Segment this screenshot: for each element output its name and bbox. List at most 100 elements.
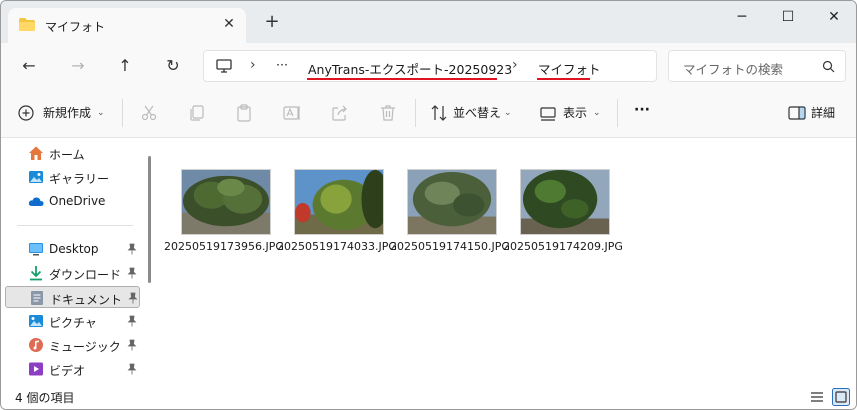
photo-thumbnail — [407, 169, 497, 235]
sidebar-item-label: Desktop — [49, 242, 99, 256]
tab-my-photos[interactable]: マイフォト ✕ — [8, 8, 246, 43]
sidebar-item-videos[interactable]: ビデオ — [5, 358, 140, 380]
paste-icon[interactable] — [234, 103, 254, 123]
pin-icon — [128, 292, 138, 304]
status-bar: 4 個の項目 — [1, 384, 856, 409]
command-bar: 新規作成 ⌄ 並べ替え ⌄ 表示 ⌄ ··· 詳細 — [1, 89, 856, 138]
breadcrumb-overflow-button[interactable]: ··· — [276, 57, 288, 72]
search-box[interactable]: マイフォトの検索 — [668, 50, 846, 82]
item-count: 4 個の項目 — [15, 391, 75, 405]
pin-icon — [127, 363, 137, 375]
file-list: 20250519173956.JPG 20250519174033.JPG 20… — [153, 138, 856, 384]
sidebar-item-pictures[interactable]: ピクチャ — [5, 310, 140, 332]
sidebar-item-desktop[interactable]: Desktop — [5, 238, 140, 260]
photo-thumbnail — [520, 169, 610, 235]
rename-icon[interactable] — [282, 103, 302, 123]
chevron-down-icon: ⌄ — [504, 108, 512, 118]
file-name: 20250519174209.JPG — [503, 240, 623, 253]
up-button[interactable]: ↑ — [112, 54, 138, 78]
sidebar-item-documents[interactable]: ドキュメント — [5, 286, 140, 308]
sidebar-item-label: ミュージック — [49, 340, 121, 354]
photo-thumbnail — [181, 169, 271, 235]
close-button[interactable]: ✕ — [811, 5, 856, 29]
onedrive-icon — [28, 197, 44, 206]
folder-icon — [19, 18, 35, 31]
sort-button[interactable]: 並べ替え — [453, 101, 501, 125]
pin-icon — [127, 243, 137, 255]
sidebar-scrollbar[interactable] — [148, 156, 151, 283]
divider — [17, 225, 133, 226]
file-name: 20250519174033.JPG — [277, 240, 397, 253]
new-button[interactable]: 新規作成 — [43, 101, 91, 125]
delete-icon[interactable] — [378, 103, 398, 123]
sidebar-item-onedrive[interactable]: OneDrive — [5, 190, 140, 212]
navigation-bar: ← → ↑ ↻ › ··· AnyTrans-エクスポート-20250923 ›… — [1, 43, 856, 89]
highlight-underline — [307, 78, 497, 80]
sidebar-item-downloads[interactable]: ダウンロード — [5, 262, 140, 284]
new-icon — [18, 105, 34, 121]
details-view-icon[interactable] — [808, 388, 826, 406]
title-bar: マイフォト ✕ + ─ ☐ ✕ — [1, 1, 856, 43]
forward-button[interactable]: → — [65, 54, 91, 78]
sidebar-item-label: ドキュメント — [50, 293, 123, 307]
pin-icon — [127, 339, 137, 351]
sidebar-item-label: ホーム — [49, 148, 85, 162]
divider — [122, 99, 123, 127]
documents-icon — [31, 291, 43, 305]
details-pane-icon — [788, 106, 806, 120]
gallery-icon — [29, 171, 43, 183]
computer-icon[interactable] — [216, 59, 232, 73]
video-icon — [29, 362, 43, 376]
copy-icon[interactable] — [187, 103, 207, 123]
view-button[interactable]: 表示 — [563, 101, 587, 125]
back-button[interactable]: ← — [16, 54, 42, 78]
share-icon[interactable] — [330, 103, 350, 123]
tab-title: マイフォト — [45, 20, 106, 34]
minimize-button[interactable]: ─ — [719, 5, 765, 29]
music-icon — [29, 338, 43, 352]
file-item[interactable]: 20250519174033.JPG — [276, 169, 397, 274]
photo-thumbnail — [294, 169, 384, 235]
sidebar-item-label: ピクチャ — [49, 316, 97, 330]
file-item[interactable]: 20250519173956.JPG — [163, 169, 284, 274]
cut-icon[interactable] — [139, 103, 159, 123]
highlight-underline — [537, 78, 590, 80]
search-icon — [822, 60, 835, 73]
file-explorer-window: マイフォト ✕ + ─ ☐ ✕ ← → ↑ ↻ › ··· AnyTrans-エ… — [0, 0, 857, 410]
address-bar[interactable]: › ··· AnyTrans-エクスポート-20250923 › マイフォト — [203, 50, 657, 82]
sidebar-item-gallery[interactable]: ギャラリー — [5, 166, 140, 188]
breadcrumb-current-folder[interactable]: マイフォト — [538, 59, 601, 78]
file-name: 20250519173956.JPG — [164, 240, 284, 253]
file-name: 20250519174150.JPG — [390, 240, 510, 253]
desktop-icon — [29, 243, 43, 256]
close-tab-icon[interactable]: ✕ — [220, 15, 238, 33]
more-options-button[interactable]: ··· — [634, 98, 650, 122]
sidebar-item-music[interactable]: ミュージック — [5, 334, 140, 356]
download-icon — [30, 266, 42, 281]
breadcrumb-export-folder[interactable]: AnyTrans-エクスポート-20250923 — [308, 59, 512, 78]
sidebar-item-label: ビデオ — [49, 364, 86, 378]
file-item[interactable]: 20250519174150.JPG — [389, 169, 510, 274]
chevron-down-icon: ⌄ — [593, 108, 601, 118]
pin-icon — [127, 315, 137, 327]
divider — [415, 99, 416, 127]
sort-icon — [431, 105, 447, 121]
refresh-button[interactable]: ↻ — [160, 54, 186, 78]
file-item[interactable]: 20250519174209.JPG — [502, 169, 623, 274]
sidebar-item-home[interactable]: ホーム — [5, 142, 140, 164]
search-input[interactable]: マイフォトの検索 — [683, 59, 783, 78]
details-button[interactable]: 詳細 — [811, 101, 835, 125]
view-icon — [540, 107, 556, 121]
pin-icon — [127, 267, 137, 279]
divider — [617, 99, 618, 127]
chevron-down-icon: ⌄ — [97, 108, 105, 118]
breadcrumb-separator: › — [250, 57, 256, 73]
maximize-button[interactable]: ☐ — [765, 5, 811, 29]
sidebar-item-label: ダウンロード — [49, 268, 122, 282]
large-icons-view-icon[interactable] — [832, 388, 850, 406]
sidebar-item-label: ギャラリー — [49, 172, 110, 186]
home-icon — [29, 146, 43, 160]
new-tab-button[interactable]: + — [263, 13, 281, 31]
breadcrumb-separator: › — [512, 57, 518, 73]
content-scrollbar[interactable] — [850, 138, 856, 384]
